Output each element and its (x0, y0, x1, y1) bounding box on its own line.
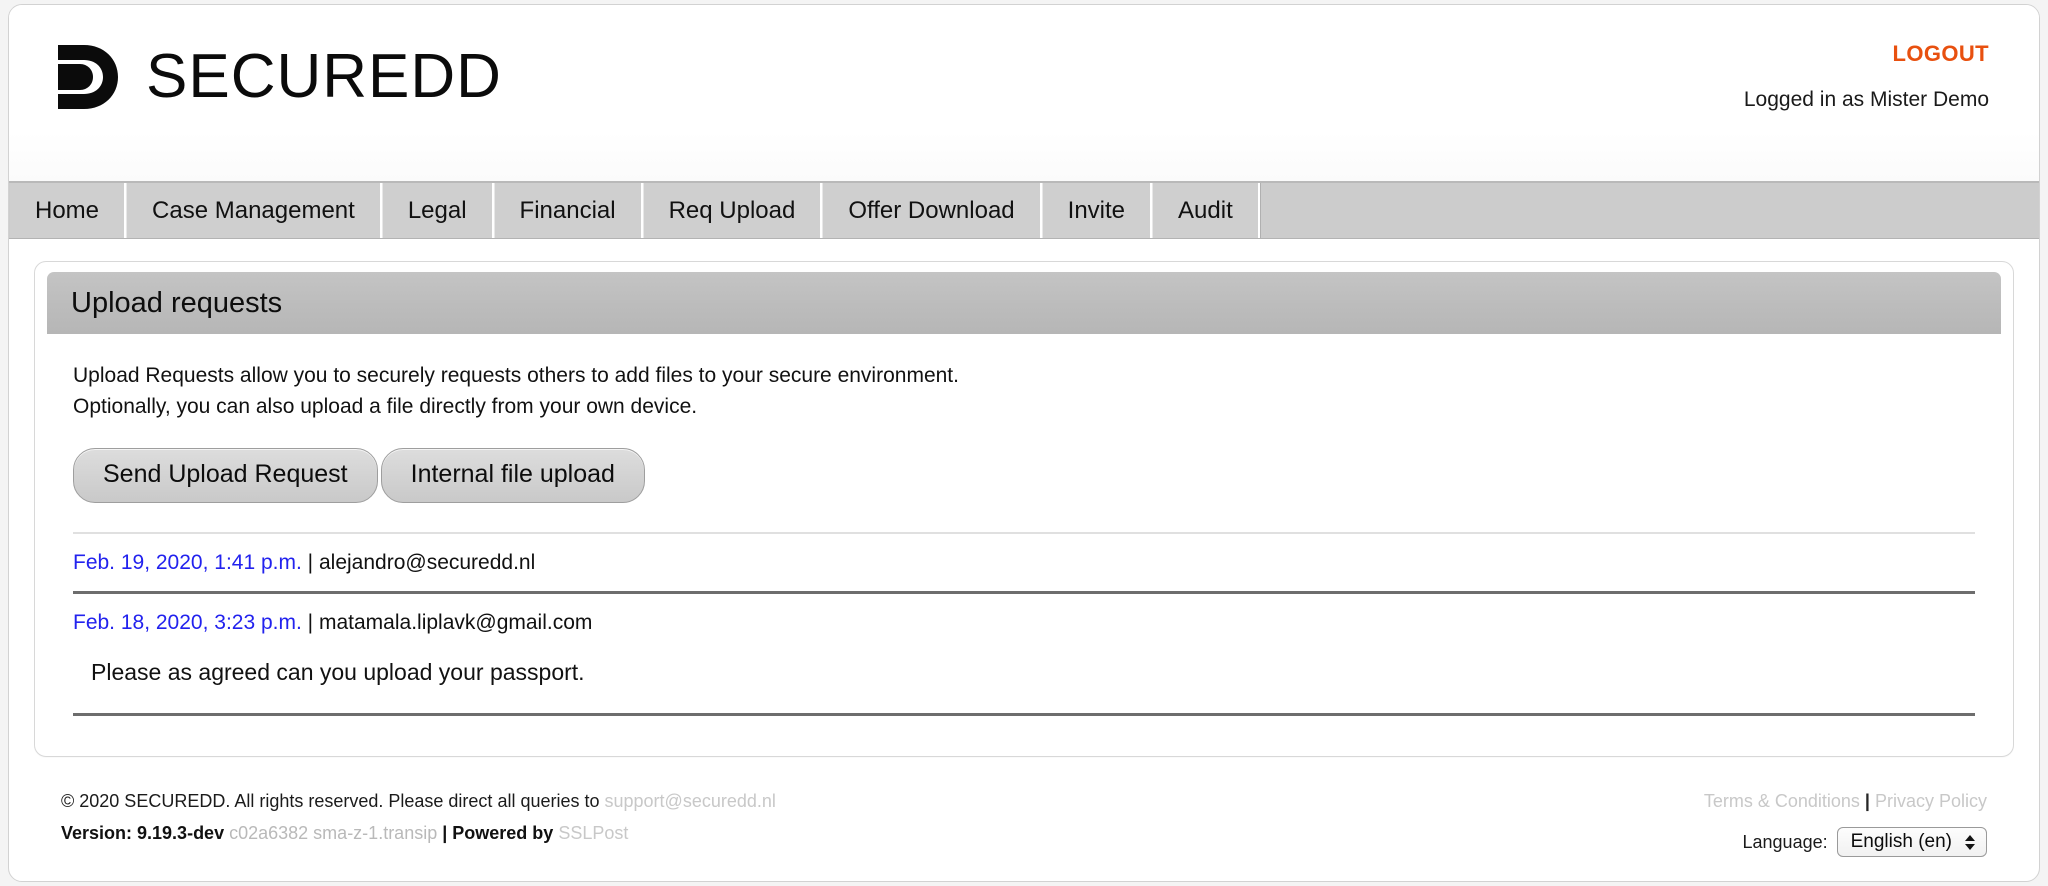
build-hash: c02a6382 sma-z-1.transip (229, 823, 437, 843)
intro-text-line-1: Upload Requests allow you to securely re… (73, 360, 1975, 391)
copyright-text: © 2020 SECUREDD. All rights reserved. Pl… (61, 791, 600, 811)
request-separator: | (308, 551, 313, 574)
request-date-link[interactable]: Feb. 18, 2020, 3:23 p.m. (73, 611, 302, 634)
site-header: SECUREDD LOGOUT Logged in as Mister Demo (9, 5, 2039, 181)
list-divider-bottom (73, 713, 1975, 716)
internal-file-upload-button[interactable]: Internal file upload (381, 448, 645, 503)
upload-request-list: Feb. 19, 2020, 1:41 p.m. | alejandro@sec… (73, 532, 1975, 716)
brand-wordmark: SECUREDD (146, 46, 502, 108)
privacy-policy-link[interactable]: Privacy Policy (1875, 791, 1987, 811)
request-message: Please as agreed can you upload your pas… (91, 659, 1975, 686)
page-title: Upload requests (47, 272, 2001, 334)
powered-by-link[interactable]: SSLPost (558, 823, 628, 843)
language-row: Language: English (en) (1704, 826, 1987, 858)
nav-item-offer-download[interactable]: Offer Download (822, 183, 1041, 238)
app-frame: SECUREDD LOGOUT Logged in as Mister Demo… (8, 4, 2040, 882)
version-line: Version: 9.19.3-dev c02a6382 sma-z-1.tra… (61, 817, 776, 849)
nav-item-home[interactable]: Home (10, 183, 126, 238)
nav-item-financial[interactable]: Financial (494, 183, 643, 238)
intro-text-line-2: Optionally, you can also upload a file d… (73, 391, 1975, 422)
logout-link[interactable]: LOGOUT (1892, 41, 1989, 67)
copyright-line: © 2020 SECUREDD. All rights reserved. Pl… (61, 785, 776, 817)
powered-by-label: | Powered by (442, 823, 553, 843)
footer-right: Terms & Conditions | Privacy Policy Lang… (1704, 785, 1987, 858)
footer-links-separator: | (1865, 791, 1870, 811)
content-area: Upload requests Upload Requests allow yo… (9, 239, 2039, 757)
upload-requests-panel: Upload requests Upload Requests allow yo… (34, 261, 2014, 757)
language-selected-value: English (en) (1851, 826, 1952, 858)
nav-item-case-management[interactable]: Case Management (126, 183, 382, 238)
nav-item-req-upload[interactable]: Req Upload (643, 183, 823, 238)
panel-body: Upload Requests allow you to securely re… (47, 334, 2001, 716)
request-recipient-email: alejandro@securedd.nl (319, 551, 535, 574)
stepper-arrows-icon (1965, 832, 1976, 852)
nav-filler (1260, 183, 2039, 238)
screenshot-root: SECUREDD LOGOUT Logged in as Mister Demo… (0, 0, 2048, 886)
request-meta: Feb. 19, 2020, 1:41 p.m. | alejandro@sec… (73, 550, 1975, 576)
footer-links: Terms & Conditions | Privacy Policy (1704, 785, 1987, 817)
site-footer: © 2020 SECUREDD. All rights reserved. Pl… (9, 757, 2039, 858)
securedd-d-mark-icon (54, 42, 124, 112)
action-button-row: Send Upload Request Internal file upload (73, 448, 1975, 503)
main-navigation: Home Case Management Legal Financial Req… (9, 181, 2039, 239)
list-item: Feb. 19, 2020, 1:41 p.m. | alejandro@sec… (73, 534, 1975, 591)
brand-logo[interactable]: SECUREDD (54, 41, 502, 113)
request-recipient-email: matamala.liplavk@gmail.com (319, 611, 592, 634)
logged-in-label: Logged in as Mister Demo (1744, 88, 1989, 112)
language-select[interactable]: English (en) (1837, 827, 1987, 857)
nav-item-legal[interactable]: Legal (382, 183, 494, 238)
footer-left: © 2020 SECUREDD. All rights reserved. Pl… (61, 785, 776, 849)
support-email-link[interactable]: support@securedd.nl (605, 791, 776, 811)
request-date-link[interactable]: Feb. 19, 2020, 1:41 p.m. (73, 551, 302, 574)
request-separator: | (308, 611, 313, 634)
terms-and-conditions-link[interactable]: Terms & Conditions (1704, 791, 1860, 811)
nav-item-audit[interactable]: Audit (1152, 183, 1260, 238)
request-meta: Feb. 18, 2020, 3:23 p.m. | matamala.lipl… (73, 610, 1975, 636)
header-user-area: LOGOUT Logged in as Mister Demo (1744, 41, 1989, 112)
nav-item-invite[interactable]: Invite (1042, 183, 1152, 238)
send-upload-request-button[interactable]: Send Upload Request (73, 448, 378, 503)
version-label: Version: 9.19.3-dev (61, 823, 224, 843)
language-label: Language: (1743, 826, 1828, 858)
list-item: Feb. 18, 2020, 3:23 p.m. | matamala.lipl… (73, 594, 1975, 713)
